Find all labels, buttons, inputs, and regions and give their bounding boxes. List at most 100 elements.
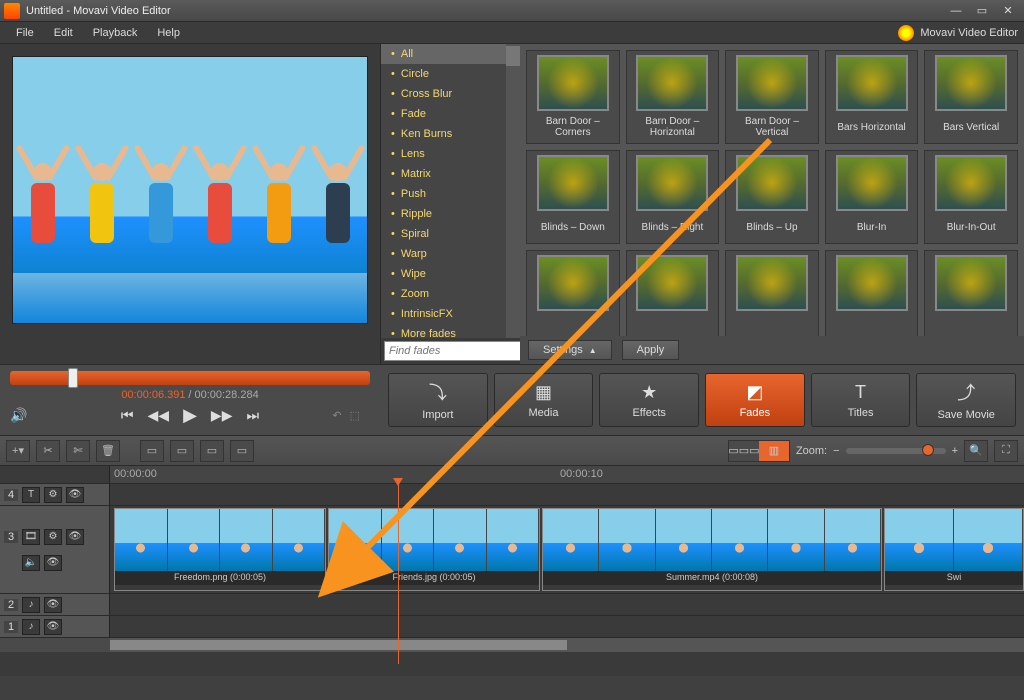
category-panel: All Circle Cross Blur Fade Ken Burns Len… [380, 44, 520, 364]
transition-item[interactable] [526, 250, 620, 336]
track-header[interactable]: 3🎞⚙👁 🔈👁 [0, 506, 110, 593]
apply-button[interactable]: Apply [622, 340, 680, 360]
time-display: 00:00:06.391 / 00:00:28.284 [0, 389, 380, 401]
cut-button[interactable]: ✂ [36, 440, 60, 462]
split-button[interactable]: ✄ [66, 440, 90, 462]
volume-icon[interactable]: 🔊 [10, 407, 27, 424]
menu-edit[interactable]: Edit [44, 24, 83, 42]
minimize-button[interactable]: — [944, 3, 968, 19]
category-item[interactable]: Warp [381, 244, 520, 264]
timeline-toolbar: +▾ ✂ ✄ 🗑 ▭ ▭ ▭ ▭ ▭▭▭ ▥ Zoom: − + 🔍 ⛶ [0, 436, 1024, 466]
zoom-out-icon[interactable]: − [833, 445, 839, 457]
timeline-clip[interactable]: Swi [884, 508, 1024, 591]
category-item[interactable]: Cross Blur [381, 84, 520, 104]
category-scrollbar[interactable] [506, 44, 520, 338]
redo-button[interactable]: ⬚ [350, 409, 360, 422]
track-header[interactable]: 4T⚙👁 [0, 484, 110, 505]
mute-icon[interactable]: 👁 [44, 597, 62, 613]
seek-slider[interactable] [10, 371, 370, 385]
transition-item[interactable] [924, 250, 1018, 336]
zoom-fit-button[interactable]: 🔍 [964, 440, 988, 462]
menu-playback[interactable]: Playback [83, 24, 148, 42]
menu-file[interactable]: File [6, 24, 44, 42]
category-item[interactable]: Spiral [381, 224, 520, 244]
app-icon [4, 3, 20, 19]
audio-track-icon: ♪ [22, 619, 40, 635]
transition-item[interactable]: Blur-In [825, 150, 919, 244]
track-header[interactable]: 1♪👁 [0, 616, 110, 637]
preview-player[interactable] [12, 56, 368, 324]
category-list[interactable]: All Circle Cross Blur Fade Ken Burns Len… [381, 44, 520, 338]
zoom-in-icon[interactable]: + [952, 445, 958, 457]
transition-item[interactable]: Barn Door – Vertical [725, 50, 819, 144]
transition-item[interactable] [725, 250, 819, 336]
time-ruler[interactable]: 00:00:00 00:00:10 [110, 466, 1024, 483]
tool-button[interactable]: ▭ [170, 440, 194, 462]
category-item[interactable]: Push [381, 184, 520, 204]
transition-item[interactable]: Bars Vertical [924, 50, 1018, 144]
track-header[interactable]: 2♪👁 [0, 594, 110, 615]
timeline-scrollbar[interactable] [0, 638, 1024, 652]
prev-button[interactable]: ⏮ [121, 407, 134, 424]
visibility-icon[interactable]: 👁 [66, 529, 84, 545]
tool-button[interactable]: ▭ [230, 440, 254, 462]
transition-item[interactable]: Blinds – Right [626, 150, 720, 244]
view-toggle[interactable]: ▭▭▭ ▥ [728, 440, 790, 462]
category-item[interactable]: Fade [381, 104, 520, 124]
transition-item[interactable] [825, 250, 919, 336]
timeline: 00:00:00 00:00:10 4T⚙👁 3🎞⚙👁 🔈👁 Freedom.p… [0, 466, 1024, 676]
fullscreen-button[interactable]: ⛶ [994, 440, 1018, 462]
save-movie-tab[interactable]: ⤴Save Movie [916, 373, 1016, 427]
effects-tab[interactable]: ★Effects [599, 373, 699, 427]
timeline-clip[interactable]: Freedom.png (0:00:05) [114, 508, 326, 591]
brand-text: Movavi Video Editor [920, 27, 1018, 39]
maximize-button[interactable]: ▭ [970, 3, 994, 19]
fx-icon[interactable]: ⚙ [44, 529, 62, 545]
zoom-slider[interactable] [846, 448, 946, 454]
tool-button[interactable]: ▭ [140, 440, 164, 462]
transition-item[interactable]: Barn Door – Horizontal [626, 50, 720, 144]
playhead[interactable] [398, 484, 399, 664]
category-item[interactable]: IntrinsicFX [381, 304, 520, 324]
tool-button[interactable]: ▭ [200, 440, 224, 462]
transition-item[interactable]: Blur-In-Out [924, 150, 1018, 244]
category-item[interactable]: Matrix [381, 164, 520, 184]
find-fades-input[interactable] [384, 341, 537, 361]
category-item[interactable]: Zoom [381, 284, 520, 304]
add-button[interactable]: +▾ [6, 440, 30, 462]
trash-button[interactable]: 🗑 [96, 440, 120, 462]
category-item[interactable]: Lens [381, 144, 520, 164]
undo-button[interactable]: ↶ [332, 409, 341, 422]
next-button[interactable]: ⏭ [246, 407, 259, 424]
transition-item[interactable]: Bars Horizontal [825, 50, 919, 144]
save-icon: ⤴ [957, 379, 975, 405]
mute-icon[interactable]: 👁 [44, 619, 62, 635]
timeline-clip[interactable]: ★ Friends.jpg (0:00:05) [328, 508, 540, 591]
play-button[interactable]: ▶ [183, 405, 197, 426]
menu-help[interactable]: Help [147, 24, 190, 42]
forward-button[interactable]: ▶▶ [211, 407, 233, 424]
close-button[interactable]: ✕ [996, 3, 1020, 19]
transition-item[interactable]: Blinds – Up [725, 150, 819, 244]
media-tab[interactable]: ▦Media [494, 373, 594, 427]
fades-tab[interactable]: ◩Fades [705, 373, 805, 427]
timeline-view-icon[interactable]: ▥ [759, 441, 789, 461]
titles-tab[interactable]: TTitles [811, 373, 911, 427]
storyboard-view-icon[interactable]: ▭▭▭ [729, 441, 759, 461]
transition-item[interactable]: Barn Door – Corners [526, 50, 620, 144]
category-item[interactable]: Wipe [381, 264, 520, 284]
category-item[interactable]: More fades [381, 324, 520, 338]
rewind-button[interactable]: ◀◀ [148, 407, 170, 424]
category-item[interactable]: Circle [381, 64, 520, 84]
settings-button[interactable]: Settings▲ [528, 340, 612, 360]
fx-icon[interactable]: ⚙ [44, 487, 62, 503]
transition-item[interactable]: Blinds – Down [526, 150, 620, 244]
mute-icon[interactable]: 👁 [44, 555, 62, 571]
transition-item[interactable] [626, 250, 720, 336]
category-item[interactable]: Ripple [381, 204, 520, 224]
category-item[interactable]: All [381, 44, 520, 64]
timeline-clip[interactable]: Summer.mp4 (0:00:08) [542, 508, 882, 591]
visibility-icon[interactable]: 👁 [66, 487, 84, 503]
category-item[interactable]: Ken Burns [381, 124, 520, 144]
import-tab[interactable]: ⤵Import [388, 373, 488, 427]
